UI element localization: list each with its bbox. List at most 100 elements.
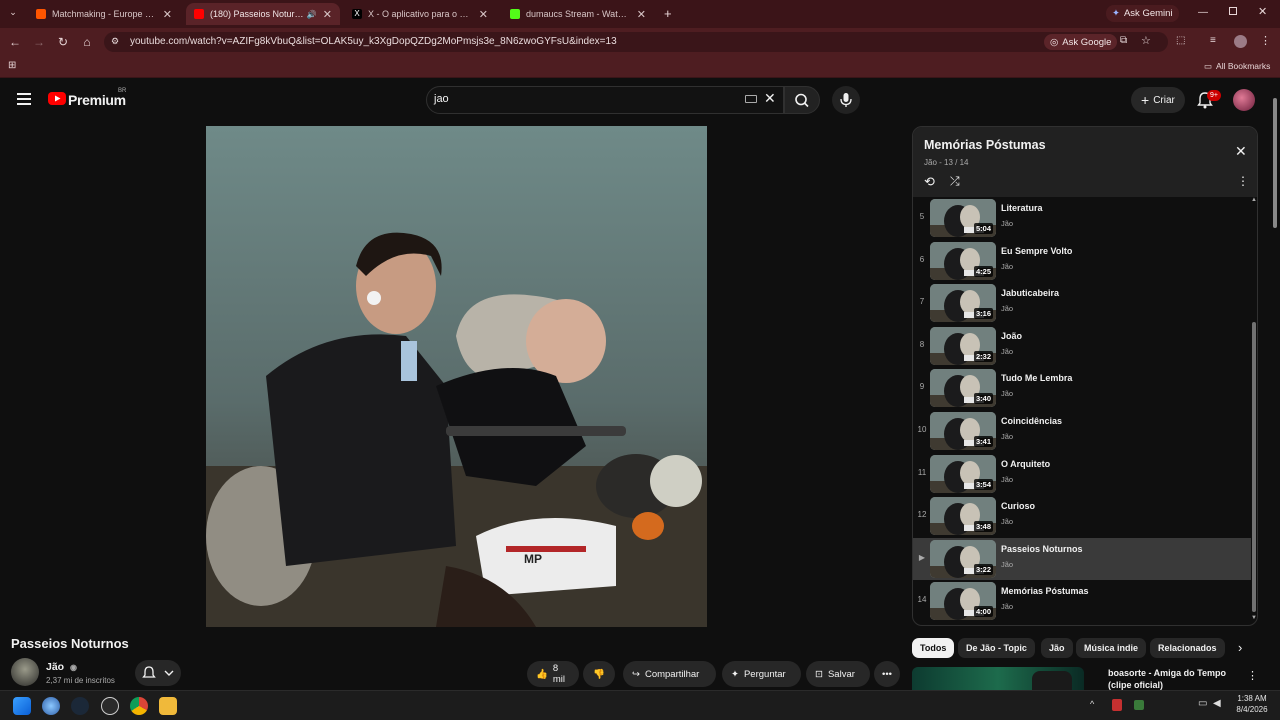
close-tab-icon[interactable]: ✕ — [163, 8, 172, 21]
channel-avatar[interactable] — [11, 658, 39, 686]
playlist-item[interactable]: 12 3:48 Curioso Jão — [913, 495, 1251, 537]
ask-button[interactable]: ✦ Perguntar — [722, 661, 801, 687]
video-player[interactable]: MP — [206, 126, 707, 627]
volume-icon[interactable]: ◀ — [1213, 698, 1221, 709]
close-playlist-icon[interactable]: ✕ — [1235, 143, 1247, 160]
playlist-menu-icon[interactable]: ⋮ — [1237, 174, 1249, 188]
playlist-item[interactable]: 9 3:40 Tudo Me Lembra Jão — [913, 367, 1251, 409]
minimize-icon[interactable]: — — [1198, 7, 1208, 18]
playlist-item-artist[interactable]: Jão — [1001, 432, 1013, 441]
youtube-logo-text[interactable]: Premium — [68, 92, 126, 108]
playlist-item-thumbnail[interactable]: 3:54 — [930, 454, 996, 493]
playlist-item[interactable]: ▶ 3:22 Passeios Noturnos Jão — [913, 537, 1251, 580]
new-tab-icon[interactable]: + — [664, 6, 672, 21]
playlist-item-thumbnail[interactable]: 3:48 — [930, 497, 996, 536]
playlist-item-artist[interactable]: Jão — [1001, 602, 1013, 611]
loop-icon[interactable]: ⟲ — [924, 174, 935, 190]
playlist-item-title[interactable]: Memórias Póstumas — [1001, 586, 1089, 596]
voice-search-button[interactable] — [832, 86, 860, 114]
ask-google-button[interactable]: ◎ Ask Google — [1044, 34, 1118, 50]
hamburger-menu-icon[interactable] — [17, 93, 31, 105]
scrollbar-thumb[interactable] — [1252, 322, 1256, 612]
playlist-item-title[interactable]: Jabuticabeira — [1001, 288, 1059, 298]
playlist-item[interactable]: 5 5:04 Literatura Jão — [913, 197, 1251, 239]
playlist-item-artist[interactable]: Jão — [1001, 475, 1013, 484]
playlist-item-thumbnail[interactable]: 2:32 — [930, 326, 996, 365]
folder-app-icon[interactable] — [159, 697, 177, 715]
windows-start-icon[interactable] — [13, 697, 31, 715]
recommendation-thumbnail[interactable] — [912, 667, 1084, 690]
chip-indie[interactable]: Música indie — [1076, 638, 1147, 658]
playlist-item-artist[interactable]: Jão — [1001, 347, 1013, 356]
search-app-icon[interactable] — [42, 697, 60, 715]
playlist-item[interactable]: 10 3:41 Coincidências Jão — [913, 410, 1251, 452]
playlist-item-title[interactable]: Literatura — [1001, 203, 1043, 213]
chip-from-jao-topic[interactable]: De Jão - Topic — [958, 638, 1035, 658]
back-icon[interactable]: ← — [7, 34, 23, 50]
clock-time[interactable]: 1:38 AM — [1232, 694, 1272, 703]
close-tab-icon[interactable]: ✕ — [637, 8, 646, 21]
media-controls-icon[interactable]: ≡ — [1210, 35, 1216, 46]
playlist-item[interactable]: 14 4:00 Memórias Póstumas Jão — [913, 580, 1251, 622]
clock-date[interactable]: 8/4/2026 — [1232, 705, 1272, 714]
playlist-item-artist[interactable]: Jão — [1001, 262, 1013, 271]
scroll-up-icon[interactable]: ▲ — [1251, 197, 1257, 203]
playlist-item-title[interactable]: Eu Sempre Volto — [1001, 246, 1072, 256]
playlist-item-thumbnail[interactable]: 4:25 — [930, 241, 996, 280]
profile-icon[interactable] — [1234, 35, 1247, 48]
chips-next-icon[interactable]: › — [1238, 640, 1242, 655]
close-window-icon[interactable]: ✕ — [1258, 5, 1267, 18]
tab-youtube[interactable]: (180) Passeios Noturnos - Y 🔊 ✕ — [186, 3, 340, 25]
extensions-icon[interactable]: ⬚ — [1176, 35, 1185, 46]
tray-chevron-icon[interactable]: ^ — [1090, 699, 1094, 709]
search-value[interactable]: jao — [434, 93, 449, 105]
wifi-icon[interactable]: ▭ — [1198, 698, 1207, 709]
playlist-item-thumbnail[interactable]: 4:00 — [930, 582, 996, 621]
account-avatar[interactable] — [1233, 89, 1255, 111]
keyboard-icon[interactable] — [745, 95, 757, 103]
search-input[interactable] — [426, 86, 784, 114]
url-text[interactable]: youtube.com/watch?v=AZIFg8kVbuQ&list=OLA… — [130, 36, 617, 47]
subscription-bell-button[interactable] — [135, 660, 181, 686]
close-tab-icon[interactable]: ✕ — [323, 8, 332, 21]
tab-x[interactable]: X X - O aplicativo para o que voc ✕ — [344, 3, 496, 25]
playlist-item-artist[interactable]: Jão — [1001, 560, 1013, 569]
playlist-item-artist[interactable]: Jão — [1001, 517, 1013, 526]
site-info-icon[interactable]: ⚙ — [111, 36, 119, 47]
like-button[interactable]: 👍 8 mil — [527, 661, 579, 687]
youtube-logo-icon[interactable] — [48, 92, 66, 105]
playlist-item[interactable]: 7 3:16 Jabuticabeira Jão — [913, 282, 1251, 324]
playlist-scrollbar[interactable]: ▲ ▼ — [1251, 197, 1257, 625]
browser-menu-icon[interactable]: ⋮ — [1260, 34, 1271, 47]
playlist-item-title[interactable]: Passeios Noturnos — [1001, 544, 1083, 554]
tray-shield-icon[interactable] — [1112, 699, 1122, 711]
playlist-item-artist[interactable]: Jão — [1001, 389, 1013, 398]
playlist-item-title[interactable]: O Arquiteto — [1001, 459, 1050, 469]
clear-search-icon[interactable]: ✕ — [764, 90, 776, 107]
playlist-item-thumbnail[interactable]: 5:04 — [930, 199, 996, 237]
bookmark-star-icon[interactable]: ☆ — [1141, 34, 1151, 47]
channel-name[interactable]: Jão ◉ — [46, 661, 77, 673]
speaker-icon[interactable]: 🔊 — [307, 10, 317, 19]
playlist-item-title[interactable]: Coincidências — [1001, 416, 1062, 426]
playlist-item-title[interactable]: Curioso — [1001, 501, 1035, 511]
apps-grid-icon[interactable]: ⊞ — [8, 60, 16, 71]
forward-icon[interactable]: → — [31, 34, 47, 50]
all-bookmarks-button[interactable]: ▭ All Bookmarks — [1204, 61, 1270, 72]
dislike-button[interactable]: 👎 — [583, 661, 615, 687]
playlist-item-artist[interactable]: Jão — [1001, 304, 1013, 313]
playlist-item-artist[interactable]: Jão — [1001, 219, 1013, 228]
shuffle-icon[interactable]: ⤮ — [950, 174, 960, 189]
recommendation-menu-icon[interactable]: ⋮ — [1247, 669, 1258, 682]
more-actions-button[interactable]: ••• — [874, 661, 900, 687]
playlist-item[interactable]: 8 2:32 João Jão — [913, 325, 1251, 367]
chip-related[interactable]: Relacionados — [1150, 638, 1225, 658]
create-button[interactable]: + Criar — [1131, 87, 1185, 113]
steam-icon[interactable] — [71, 697, 89, 715]
scroll-down-icon[interactable]: ▼ — [1251, 615, 1257, 621]
page-scrollbar[interactable] — [1272, 88, 1278, 688]
playlist-item-thumbnail[interactable]: 3:16 — [930, 284, 996, 323]
obs-icon[interactable] — [101, 697, 119, 715]
playlist-item-thumbnail[interactable]: 3:22 — [930, 539, 996, 578]
playlist-item-thumbnail[interactable]: 3:40 — [930, 369, 996, 408]
